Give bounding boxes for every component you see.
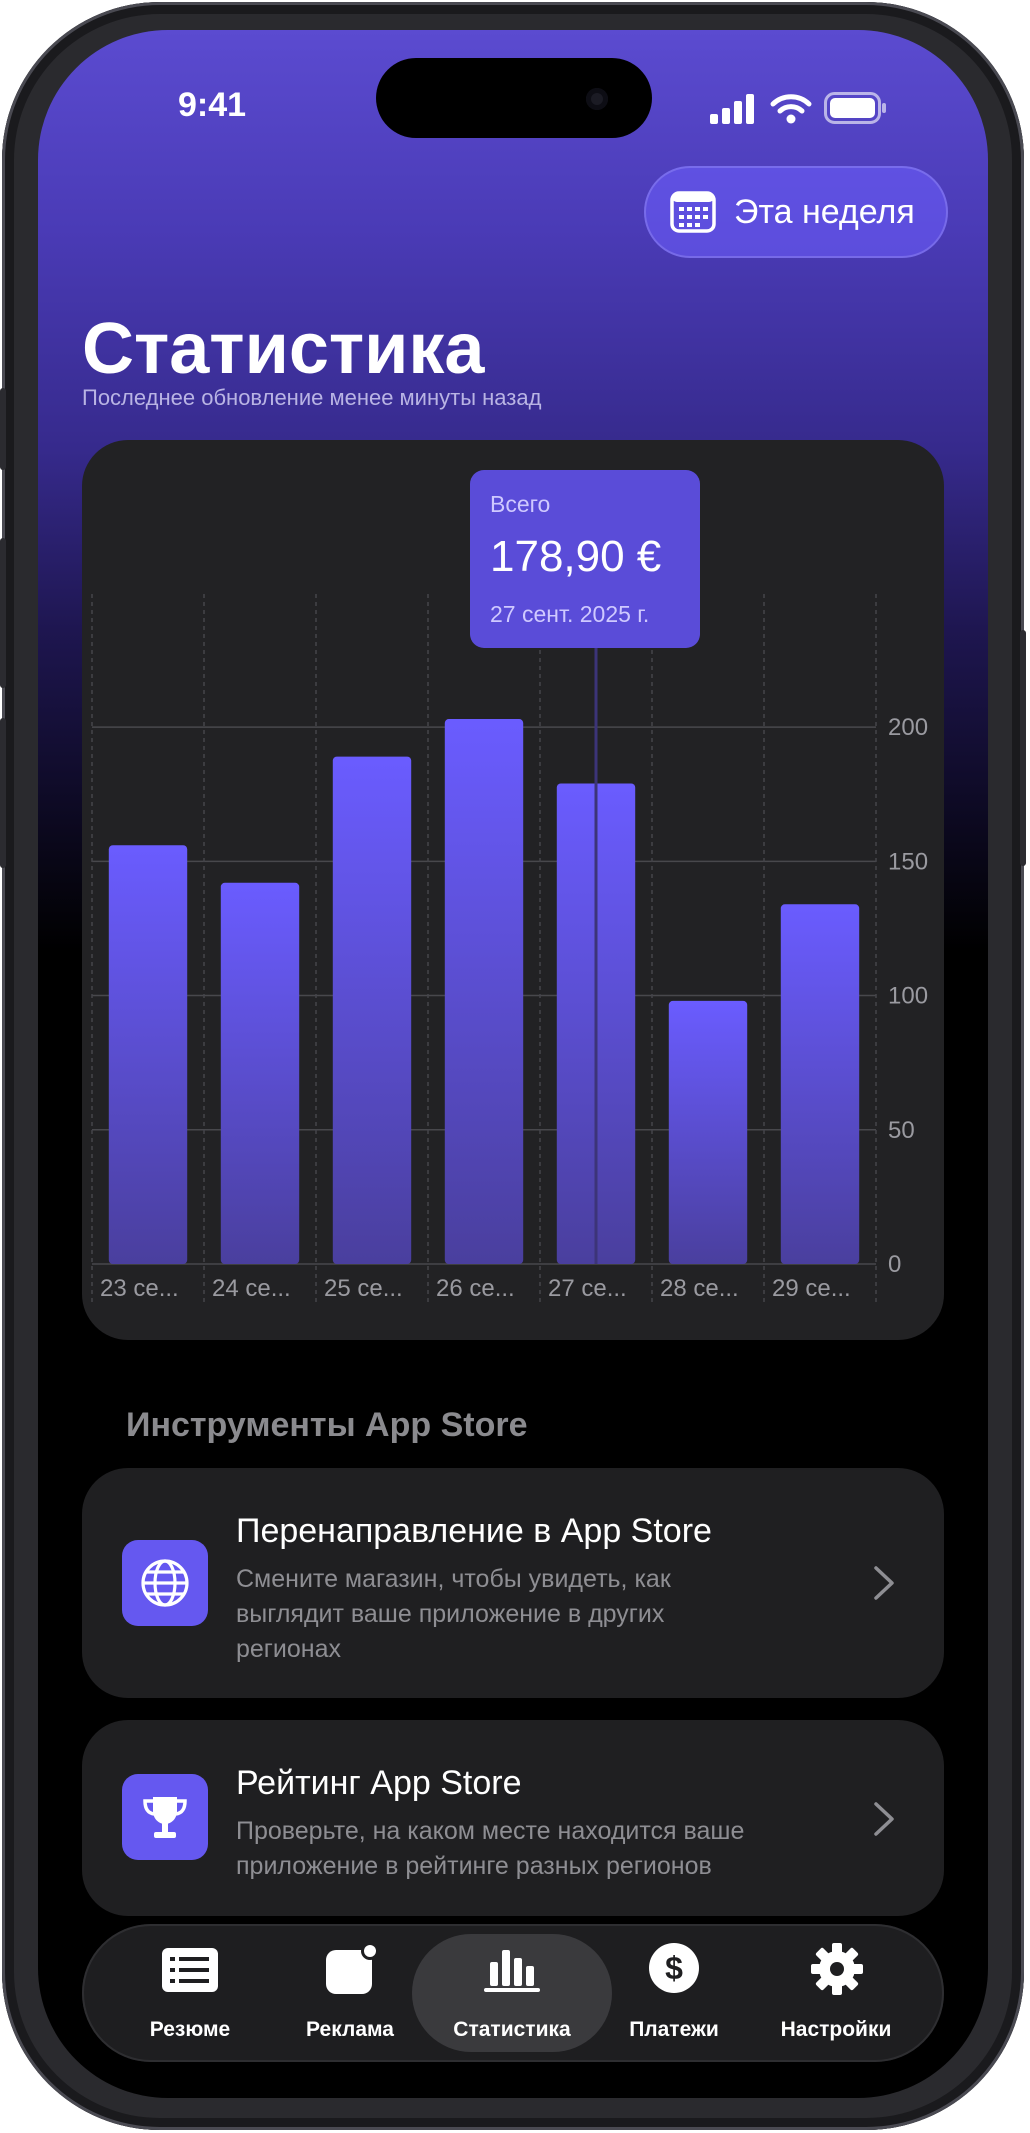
bar [780,904,860,1264]
x-tick-label: 29 се... [772,1275,851,1302]
tab-label: Настройки [780,2018,892,2041]
y-tick-label: 200 [888,714,928,741]
tooltip-value: 178,90 € [490,532,662,581]
y-tick-label: 0 [888,1251,901,1278]
x-tick-label: 25 се... [324,1275,403,1302]
tooltip-label: Всего [490,491,551,517]
chevron-right-icon [872,1564,896,1607]
tool-description: Смените магазин, чтобы увидеть, как выгл… [236,1565,671,1663]
bar [220,882,300,1264]
x-tick-label: 28 се... [660,1275,739,1302]
tooltip-date: 27 сент. 2025 г. [490,601,650,627]
x-tick-label: 24 се... [212,1275,291,1302]
tool-title: Перенаправление в App Store [236,1512,712,1550]
tab-payments[interactable]: $ Платежи [594,1936,754,2050]
action-button [0,388,6,470]
chevron-right-icon [872,1800,896,1843]
tab-statistics[interactable]: Статистика [432,1936,592,2050]
ad-badge-icon [324,1942,382,2001]
bar-chart-icon [482,1946,542,1999]
x-tick-label: 27 се... [548,1275,627,1302]
y-tick-label: 150 [888,848,928,875]
app-store-redirect-card[interactable]: Перенаправление в App Store Смените мага… [82,1468,944,1698]
list-icon [160,1946,220,1999]
tab-summary[interactable]: Резюме [110,1936,270,2050]
trophy-icon [122,1774,208,1860]
x-tick-label: 23 се... [100,1275,179,1302]
tab-settings[interactable]: Настройки [756,1936,916,2050]
y-tick-label: 100 [888,983,928,1010]
revenue-bar-chart[interactable]: 0 50 100 150 200 23 се... 24 се... 25 се... 26 с… [38,30,988,1430]
tab-ads[interactable]: Реклама [270,1936,430,2050]
tab-label: Резюме [149,2018,231,2041]
tools-section-title: Инструменты App Store [126,1406,528,1444]
tool-title: Рейтинг App Store [236,1764,522,1802]
bar [108,845,188,1264]
volume-up-button [0,538,6,688]
volume-down-button [0,718,6,868]
x-tick-label: 26 се... [436,1275,515,1302]
gear-icon [810,1942,864,2001]
tool-description: Проверьте, на каком месте находится ваше… [236,1817,745,1880]
globe-icon [122,1540,208,1626]
bar [444,719,524,1264]
tab-label: Платежи [629,2018,719,2041]
app-store-ranking-card[interactable]: Рейтинг App Store Проверьте, на каком ме… [82,1720,944,1916]
dollar-icon: $ [648,1942,700,1999]
power-button [1020,630,1026,866]
y-tick-label: 50 [888,1117,915,1144]
tab-label: Реклама [306,2018,394,2041]
bar [668,1000,748,1264]
bar [332,756,412,1264]
svg-text:$: $ [665,1950,683,1986]
app-screen: 9:41 Эта неделя Статистика Последнее обн… [38,30,988,2098]
tab-label: Статистика [453,2018,571,2041]
